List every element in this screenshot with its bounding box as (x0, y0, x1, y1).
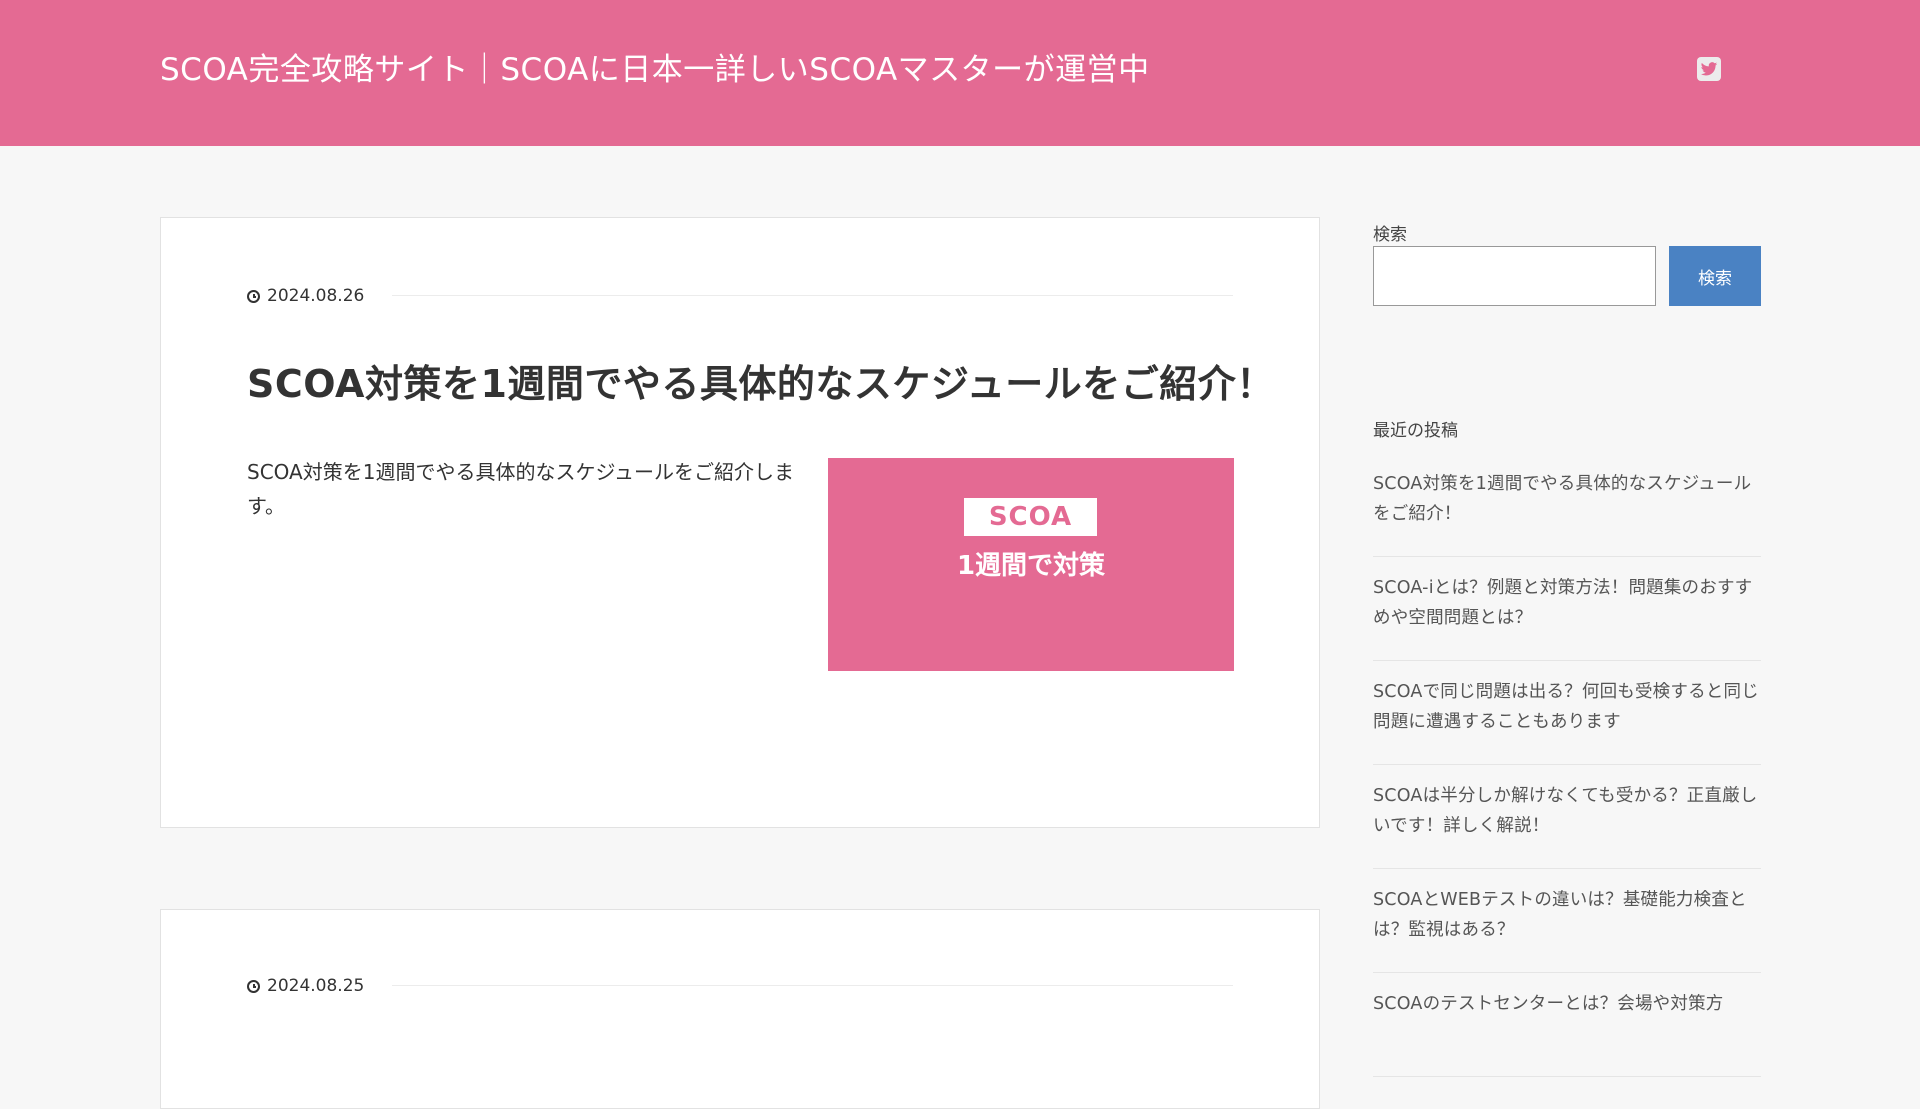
twitter-icon[interactable] (1697, 57, 1721, 81)
post-thumbnail[interactable]: SCOA 1週間で対策 (828, 458, 1234, 671)
search-label: 検索 (1373, 225, 1407, 245)
search-input[interactable] (1373, 246, 1656, 306)
recent-post-link[interactable]: SCOAで同じ問題は出る？何回も受検すると同じ問題に遭遇することもあります (1373, 677, 1761, 737)
post-date: 2024.08.26 (247, 286, 364, 306)
search-button[interactable]: 検索 (1669, 246, 1761, 306)
site-title[interactable]: SCOA完全攻略サイト｜SCOAに日本一詳しいSCOAマスターが運営中 (160, 46, 1150, 94)
list-item: SCOAのテストセンターとは？会場や対策方 (1373, 973, 1761, 1077)
list-item: SCOAは半分しか解けなくても受かる？正直厳しいです！詳しく解説！ (1373, 765, 1761, 869)
recent-post-link[interactable]: SCOAのテストセンターとは？会場や対策方 (1373, 989, 1761, 1019)
post-date: 2024.08.25 (247, 976, 364, 996)
recent-posts-heading: 最近の投稿 (1373, 421, 1458, 441)
date-divider (392, 295, 1233, 296)
recent-post-link[interactable]: SCOAとWEBテストの違いは？基礎能力検査とは？監視はある？ (1373, 885, 1761, 945)
twitter-bird-glyph (1700, 62, 1718, 76)
date-divider (392, 985, 1233, 986)
thumbnail-tag: SCOA (964, 498, 1097, 536)
clock-icon (247, 979, 260, 993)
list-item: SCOA対策を1週間でやる具体的なスケジュールをご紹介！ (1373, 453, 1761, 557)
post-date-text: 2024.08.26 (267, 286, 365, 306)
post-excerpt: SCOA対策を1週間でやる具体的なスケジュールをご紹介します。 (247, 460, 795, 518)
post-card: 2024.08.25 (160, 909, 1320, 1109)
site-header: SCOA完全攻略サイト｜SCOAに日本一詳しいSCOAマスターが運営中 (0, 0, 1920, 146)
recent-post-link[interactable]: SCOA-iとは？例題と対策方法！問題集のおすすめや空間問題とは？ (1373, 573, 1761, 633)
recent-post-link[interactable]: SCOAは半分しか解けなくても受かる？正直厳しいです！詳しく解説！ (1373, 781, 1761, 841)
list-item: SCOAで同じ問題は出る？何回も受検すると同じ問題に遭遇することもあります (1373, 661, 1761, 765)
thumbnail-subtitle: 1週間で対策 (956, 551, 1106, 581)
recent-post-link[interactable]: SCOA対策を1週間でやる具体的なスケジュールをご紹介！ (1373, 469, 1761, 529)
clock-icon (247, 289, 260, 303)
list-item: SCOAとWEBテストの違いは？基礎能力検査とは？監視はある？ (1373, 869, 1761, 973)
post-title[interactable]: SCOA対策を1週間でやる具体的なスケジュールをご紹介！ (247, 353, 1275, 408)
post-card: 2024.08.26 SCOA対策を1週間でやる具体的なスケジュールをご紹介！ … (160, 217, 1320, 828)
list-item: SCOA-iとは？例題と対策方法！問題集のおすすめや空間問題とは？ (1373, 557, 1761, 661)
recent-posts-list: SCOA対策を1週間でやる具体的なスケジュールをご紹介！ SCOA-iとは？例題… (1373, 453, 1761, 1077)
post-date-text: 2024.08.25 (267, 976, 365, 996)
